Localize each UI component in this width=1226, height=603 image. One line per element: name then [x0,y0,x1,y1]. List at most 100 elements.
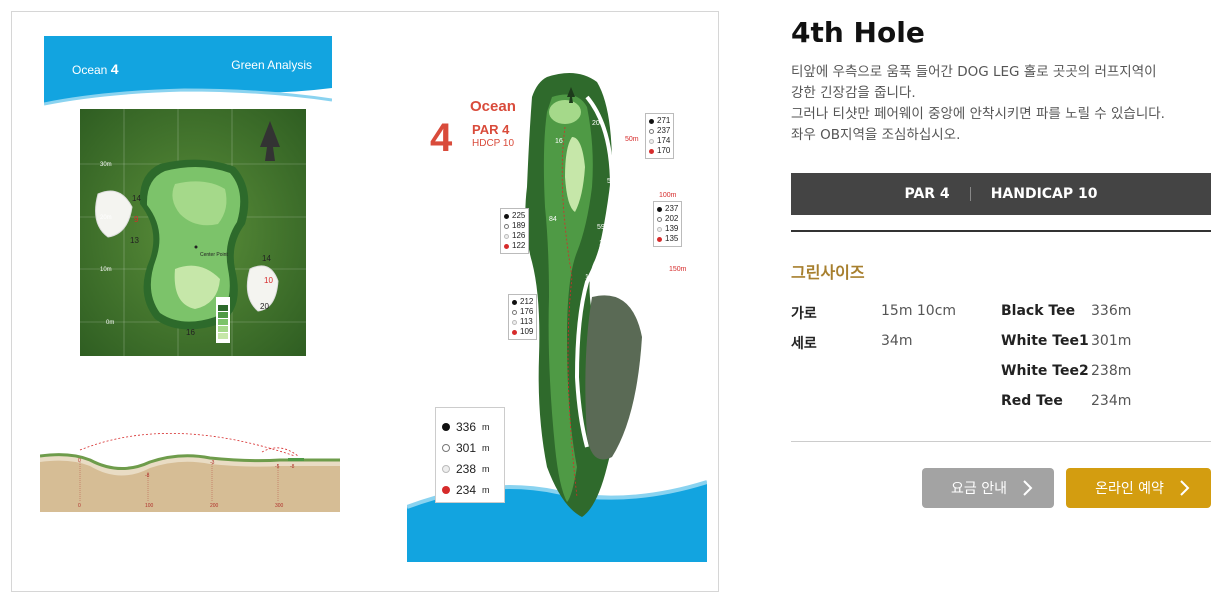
green-size-value: 34m [881,333,913,349]
silver-tee-dot-icon [442,464,450,473]
online-booking-label: 온라인 예약 [1095,481,1164,497]
tee-value: 238m [1091,363,1132,379]
svg-text:16: 16 [555,138,563,145]
svg-text:0: 0 [78,503,81,509]
green-contour-map: Center Point 14 9 13 14 10 20 16 30m 20m 1… [80,109,306,356]
tee-value: 301m [1091,333,1132,349]
black-tee-dot-icon [512,299,517,305]
summary-par: PAR 4 [904,186,950,202]
svg-text:200: 200 [210,503,219,509]
silver-tee-dot-icon [504,233,509,239]
svg-text:0: 0 [78,458,81,464]
green-analysis-title: Green Analysis [231,58,312,72]
svg-text:100m: 100m [659,192,677,199]
silver-tee-dot-icon [512,319,517,325]
svg-text:20: 20 [592,120,600,127]
silver-tee-dot-icon [649,138,654,144]
fee-info-label: 요금 안내 [951,481,1007,497]
summary-divider [969,187,971,201]
svg-text:100: 100 [145,503,154,509]
red-tee-dot-icon [504,243,509,249]
svg-text:150m: 150m [669,266,687,273]
svg-text:-8: -8 [290,464,295,470]
green-size-title: 그린사이즈 [791,263,865,282]
svg-text:50m: 50m [625,136,639,143]
white-tee-dot-icon [504,223,509,229]
svg-text:14: 14 [132,194,141,203]
green-analysis-header: Ocean 4 Green Analysis [44,36,332,106]
svg-text:57: 57 [607,178,615,185]
svg-text:300: 300 [275,503,284,509]
svg-text:30m: 30m [100,162,112,168]
svg-text:106: 106 [599,240,611,247]
distance-box: 212 176 113 109 [508,294,538,340]
distance-box: 271 237 174 170 [645,113,675,159]
white-tee-dot-icon [442,443,450,452]
silver-tee-dot-icon [657,226,662,232]
white-tee-dot-icon [649,128,654,134]
description-line: 그러나 티샷만 페어웨이 중앙에 안착시키면 파를 노릴 수 있습니다. [791,106,1165,122]
green-size-value: 15m 10cm [881,303,957,319]
red-tee-dot-icon [657,236,662,242]
elevation-profile: 0 -8 -3 -5 -8 0 100 200 300 [40,432,340,512]
hole-hdcp-label: HDCP 10 [472,138,515,149]
tee-label: White Tee2 [1001,363,1089,379]
svg-text:16: 16 [186,328,195,337]
tee-value: 234m [1091,393,1132,409]
course-image-panel: Ocean 4 Green Analysis Center Point 14 9… [11,11,719,592]
summary-handicap: HANDICAP 10 [990,186,1098,202]
fee-info-button[interactable]: 요금 안내 [922,468,1054,508]
svg-text:59: 59 [597,224,605,231]
red-tee-dot-icon [649,148,654,154]
tee-legend: 336 m 301 m 238 m 234 m [435,407,505,503]
svg-text:14: 14 [262,254,271,263]
svg-text:0m: 0m [106,320,114,326]
hole-number-large: 4 [430,116,453,160]
tee-value: 336m [1091,303,1132,319]
online-booking-button[interactable]: 온라인 예약 [1066,468,1211,508]
tee-label: White Tee1 [1001,333,1089,349]
green-size-label: 세로 [791,336,817,352]
chevron-right-icon [1180,480,1190,496]
course-name: Ocean [72,63,108,77]
svg-text:10: 10 [264,276,273,285]
red-tee-dot-icon [512,329,517,335]
white-tee-dot-icon [512,309,517,315]
svg-text:-3: -3 [210,460,215,466]
distance-box: 237 202 139 135 [653,201,683,247]
tee-label: Black Tee [1001,303,1076,319]
hole-course-name: Ocean [470,98,516,115]
description-line: 좌우 OB지역을 조심하십시오. [791,127,961,143]
svg-text:10m: 10m [100,267,112,273]
black-tee-dot-icon [504,213,509,219]
svg-text:20: 20 [260,302,269,311]
hole-description: 티앞에 우측으로 움푹 들어간 DOG LEG 홀로 곳곳의 러프지역이 강한 … [791,62,1211,146]
description-line: 티앞에 우측으로 움푹 들어간 DOG LEG 홀로 곳곳의 러프지역이 [791,64,1157,80]
svg-text:13: 13 [130,236,139,245]
description-line: 강한 긴장감을 줍니다. [791,85,916,101]
svg-text:191: 191 [585,274,597,281]
black-tee-dot-icon [657,206,662,212]
svg-text:-5: -5 [275,464,280,470]
black-tee-dot-icon [442,422,450,431]
white-tee-dot-icon [657,216,662,222]
red-tee-dot-icon [442,485,450,494]
distance-box: 225 189 126 122 [500,208,530,254]
svg-text:116: 116 [627,236,638,243]
svg-text:84: 84 [549,216,557,223]
chevron-right-icon [1023,480,1033,496]
summary-underline [791,230,1211,232]
section-divider [791,441,1211,442]
hole-par-label: PAR 4 [472,122,510,137]
black-tee-dot-icon [649,118,654,124]
hole-number-small: 4 [110,61,119,77]
svg-text:-8: -8 [145,473,150,479]
svg-text:20: 20 [605,256,613,263]
svg-text:9: 9 [134,215,139,224]
green-analysis-course-label: Ocean 4 [72,61,119,77]
hole-summary-bar: PAR 4 HANDICAP 10 [791,173,1211,215]
tee-label: Red Tee [1001,393,1063,409]
svg-text:Center Point: Center Point [200,252,228,258]
green-size-label: 가로 [791,306,817,322]
hole-title: 4th Hole [791,16,925,49]
